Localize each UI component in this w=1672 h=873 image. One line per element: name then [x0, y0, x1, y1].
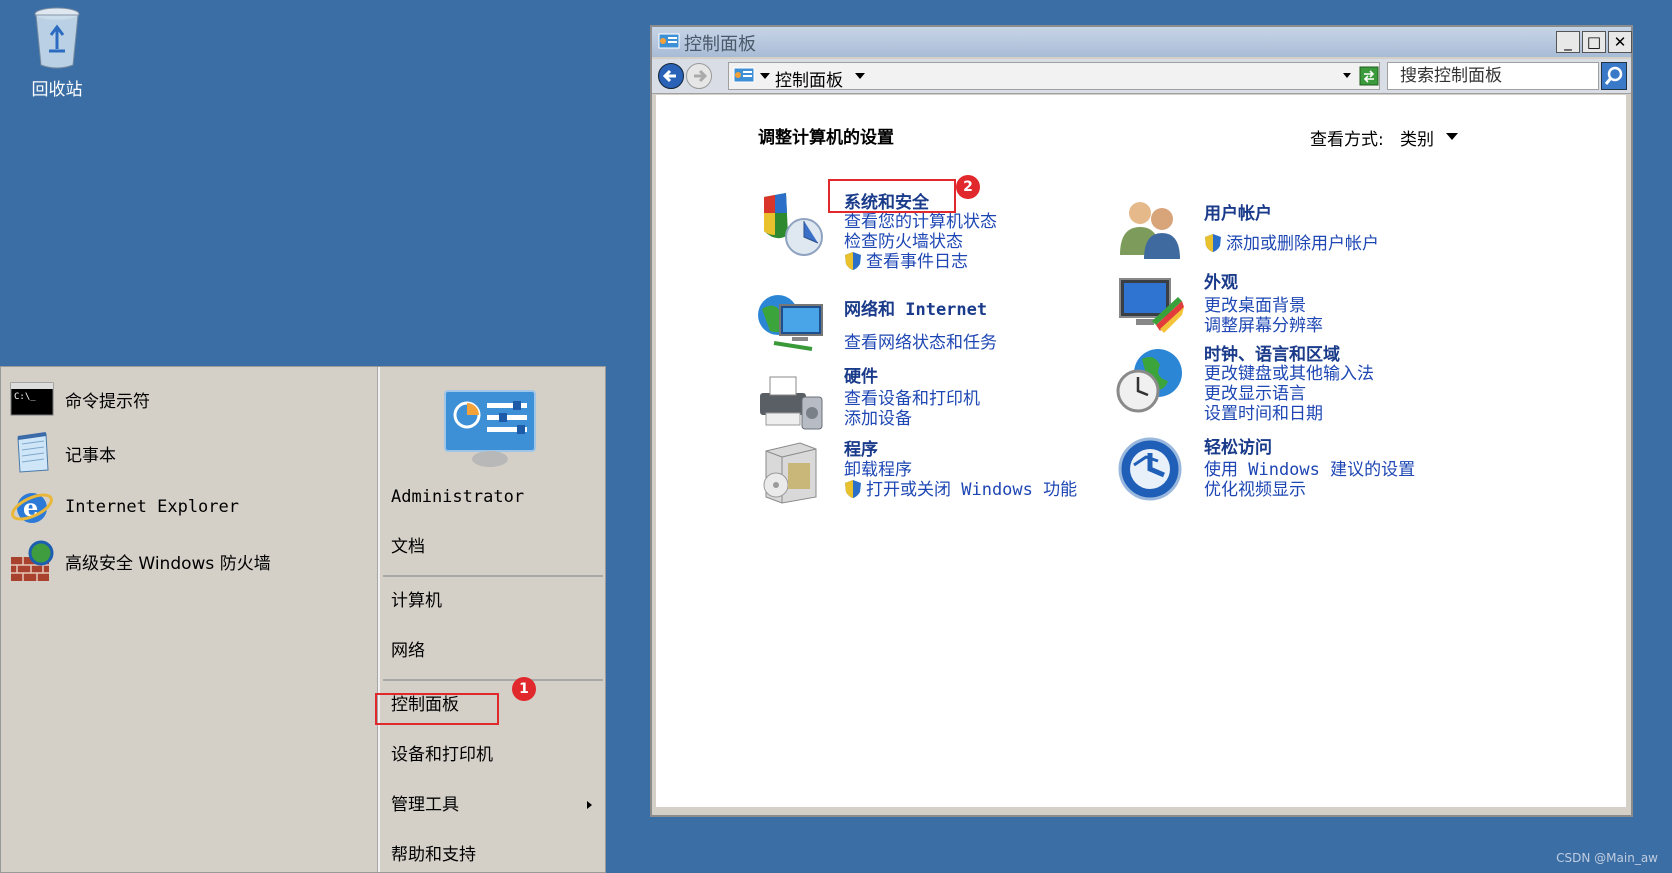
program-firewall[interactable]: 高级安全 Windows 防火墙 [9, 537, 369, 585]
start-menu-links: Administrator 文档 计算机 网络 控制面板 设备和打印机 管理工具… [381, 367, 605, 872]
control-panel-window: 控制面板 _ □ ✕ 控制面板 搜索控制面板 调整计算机的设置 查看方式: 类别 [650, 25, 1633, 817]
control-panel-small-icon [733, 67, 755, 83]
programs-icon[interactable] [756, 437, 826, 507]
link-optimize-visual-display[interactable]: 优化视频显示 [1204, 475, 1306, 500]
uac-shield-icon [845, 480, 861, 498]
start-link-computer[interactable]: 计算机 [391, 583, 601, 619]
link-label: 添加或删除用户帐户 [1226, 234, 1379, 254]
address-toolbar: 控制面板 搜索控制面板 [652, 59, 1631, 94]
link-set-time-date[interactable]: 设置时间和日期 [1204, 399, 1323, 424]
maximize-button[interactable]: □ [1582, 31, 1606, 53]
link-label: 打开或关闭 Windows 功能 [866, 480, 1078, 500]
link-add-remove-user-accounts[interactable]: 添加或删除用户帐户 [1204, 229, 1379, 254]
view-by-dropdown[interactable]: 类别 [1400, 125, 1434, 150]
start-link-administrator[interactable]: Administrator [391, 479, 601, 515]
breadcrumb-dropdown-icon[interactable] [855, 73, 865, 79]
link-view-network-status[interactable]: 查看网络状态和任务 [844, 328, 997, 353]
link-label: 查看事件日志 [866, 252, 968, 272]
network-internet-icon[interactable] [756, 291, 826, 361]
start-link-documents[interactable]: 文档 [391, 529, 601, 565]
uac-shield-icon [845, 252, 861, 270]
link-view-event-logs[interactable]: 查看事件日志 [844, 247, 968, 272]
firewall-icon [9, 539, 55, 583]
back-arrow-icon [662, 69, 676, 83]
back-button[interactable] [658, 63, 684, 89]
category-user-accounts[interactable]: 用户帐户 [1204, 199, 1272, 224]
clock-language-icon[interactable] [1116, 345, 1186, 415]
search-icon [1604, 66, 1623, 85]
recycle-bin[interactable]: 回收站 [22, 5, 92, 100]
control-panel-picture-icon [443, 389, 539, 474]
start-link-help-support[interactable]: 帮助和支持 [391, 837, 601, 873]
start-menu-divider [377, 367, 380, 872]
cmd-icon: C:\_ [9, 377, 55, 421]
chevron-down-icon[interactable] [760, 73, 770, 79]
control-panel-small-icon [658, 33, 680, 49]
program-internet-explorer[interactable]: e Internet Explorer [9, 483, 369, 531]
link-adjust-screen-resolution[interactable]: 调整屏幕分辨率 [1204, 311, 1323, 336]
annotation-badge-2: 2 [956, 175, 980, 199]
recycle-bin-icon [34, 7, 80, 69]
program-cmd[interactable]: C:\_ 命令提示符 [9, 375, 369, 423]
start-menu-separator [383, 679, 603, 681]
window-title: 控制面板 [684, 34, 756, 55]
minimize-button[interactable]: _ [1556, 31, 1580, 53]
program-notepad[interactable]: 记事本 [9, 429, 369, 477]
system-security-icon[interactable] [756, 191, 826, 261]
search-input[interactable]: 搜索控制面板 [1387, 62, 1599, 90]
submenu-arrow-icon [587, 801, 592, 809]
appearance-icon[interactable] [1116, 273, 1186, 343]
control-panel-content: 调整计算机的设置 查看方式: 类别 系统和安全 查看您的计算机状态 检查防火墙状… [656, 95, 1626, 807]
address-bar[interactable]: 控制面板 [728, 62, 1380, 91]
category-appearance[interactable]: 外观 [1204, 268, 1238, 293]
annotation-highlight-control-panel [375, 693, 499, 725]
ie-icon: e [9, 485, 55, 529]
search-button[interactable] [1601, 62, 1627, 90]
page-title: 调整计算机的设置 [758, 128, 894, 148]
view-by-label: 查看方式: [1310, 130, 1384, 150]
chevron-down-icon[interactable] [1446, 133, 1458, 140]
program-label: 高级安全 Windows 防火墙 [65, 553, 271, 574]
start-menu-programs: C:\_ 命令提示符 记事本 e Internet Explorer 高级安全 … [1, 367, 377, 872]
start-menu: C:\_ 命令提示符 记事本 e Internet Explorer 高级安全 … [0, 366, 606, 873]
forward-button[interactable] [686, 63, 712, 89]
program-label: 记事本 [65, 445, 116, 466]
program-label: 命令提示符 [65, 391, 150, 412]
refresh-icon[interactable] [1359, 66, 1379, 86]
start-link-network[interactable]: 网络 [391, 633, 601, 669]
annotation-badge-1: 1 [512, 677, 536, 701]
recycle-bin-label: 回收站 [31, 80, 83, 100]
start-link-admin-tools[interactable]: 管理工具 [391, 787, 601, 823]
notepad-icon [9, 431, 55, 475]
link-turn-windows-features[interactable]: 打开或关闭 Windows 功能 [844, 475, 1077, 500]
annotation-highlight-system-security [828, 179, 956, 213]
address-history-dropdown-icon[interactable] [1343, 73, 1351, 78]
hardware-icon[interactable] [756, 369, 826, 439]
forward-arrow-icon [694, 69, 708, 83]
user-accounts-icon[interactable] [1116, 197, 1186, 267]
watermark: CSDN @Main_aw [1556, 851, 1658, 865]
breadcrumb[interactable]: 控制面板 [775, 66, 843, 91]
start-menu-separator [383, 575, 603, 577]
link-add-device[interactable]: 添加设备 [844, 404, 912, 429]
program-label: Internet Explorer [65, 497, 239, 517]
svg-text:C:\_: C:\_ [14, 392, 36, 402]
ease-of-access-icon[interactable] [1116, 435, 1186, 505]
category-network-internet[interactable]: 网络和 Internet [844, 295, 987, 320]
window-titlebar[interactable]: 控制面板 _ □ ✕ [652, 27, 1632, 57]
uac-shield-icon [1205, 234, 1221, 252]
start-link-devices-printers[interactable]: 设备和打印机 [391, 737, 601, 773]
close-button[interactable]: ✕ [1608, 31, 1632, 53]
